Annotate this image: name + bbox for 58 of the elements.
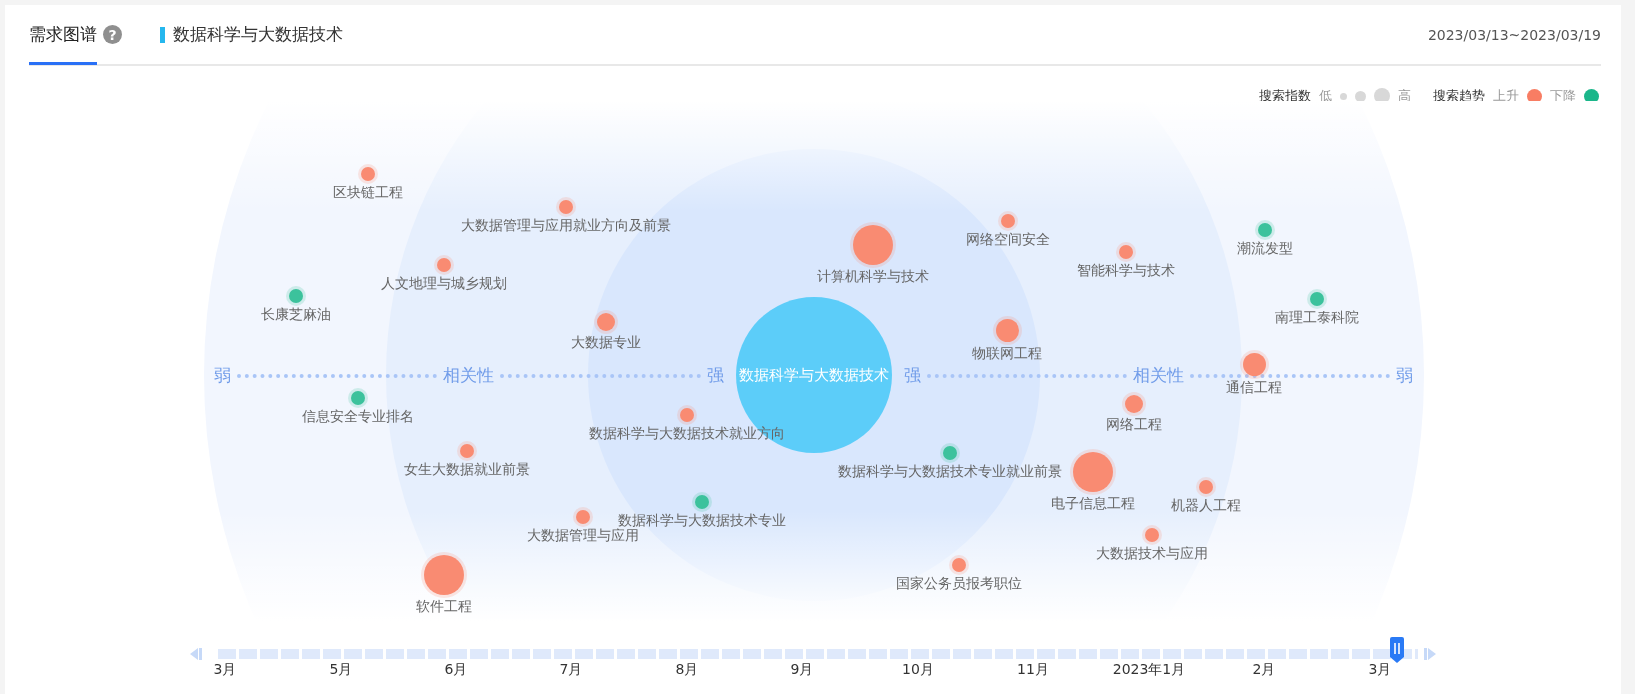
axis-label: 弱 [1396, 364, 1413, 387]
left-arrow-icon[interactable] [189, 647, 203, 661]
axis-label: 强 [903, 364, 921, 387]
node-label[interactable]: 数据科学与大数据技术专业就业前景 [838, 463, 1062, 481]
node-label[interactable]: 大数据专业 [571, 334, 641, 352]
tab[interactable]: 需求图谱 [29, 6, 97, 65]
node-label[interactable]: 人文地理与城乡规划 [381, 275, 507, 293]
center-label: 数据科学与大数据技术 [739, 365, 889, 385]
month-label: 10月 [902, 661, 934, 679]
keyword-marker [160, 26, 165, 43]
month-label: 2月 [1252, 661, 1276, 679]
keyword-title: 数据科学与大数据技术 [173, 23, 343, 46]
node-label[interactable]: 大数据管理与应用就业方向及前景 [461, 217, 671, 235]
month-label: 3月 [1368, 661, 1392, 679]
month-label: 7月 [559, 661, 583, 679]
node-label[interactable]: 大数据技术与应用 [1096, 545, 1208, 563]
node-label[interactable]: 区块链工程 [333, 184, 403, 202]
node-label[interactable]: 智能科学与技术 [1077, 262, 1175, 280]
node-label[interactable]: 大数据管理与应用 [527, 527, 639, 545]
node-label[interactable]: 软件工程 [416, 598, 472, 616]
size-dot-icon [1374, 88, 1390, 104]
month-label: 5月 [329, 661, 353, 679]
axis-label: 强 [706, 364, 724, 387]
legend-label: 下降 [1550, 87, 1576, 105]
node-label[interactable]: 女生大数据就业前景 [404, 461, 530, 479]
size-dot-icon [1355, 90, 1366, 102]
legend-label: 高 [1398, 87, 1411, 105]
node-label[interactable]: 通信工程 [1226, 378, 1282, 397]
node-label[interactable]: 网络工程 [1106, 416, 1162, 434]
node-label[interactable]: 数据科学与大数据技术专业 [618, 512, 786, 530]
date-range: 2023/03/13~2023/03/19 [1427, 26, 1601, 43]
node-label[interactable]: 南理工泰科院 [1275, 309, 1359, 327]
axis-label: 相关性 [1132, 364, 1184, 387]
month-label: 9月 [790, 661, 814, 679]
size-dot-icon [1340, 92, 1347, 100]
node-label[interactable]: 电子信息工程 [1051, 495, 1135, 513]
node-label[interactable]: 潮流发型 [1237, 240, 1293, 258]
node-label[interactable]: 网络空间安全 [966, 231, 1050, 249]
axis-label: 弱 [214, 364, 231, 387]
right-arrow-icon[interactable] [1423, 647, 1437, 661]
node-label[interactable]: 信息安全专业排名 [302, 408, 414, 426]
timeline-handle[interactable] [1388, 637, 1405, 663]
legend-label: 低 [1319, 87, 1332, 105]
legend-label: 上升 [1493, 87, 1519, 105]
month-label: 8月 [675, 661, 699, 679]
month-label: 6月 [444, 661, 468, 679]
node-label[interactable]: 计算机科学与技术 [817, 268, 929, 286]
legend-title: 搜索指数 [1259, 87, 1311, 105]
timeline-track[interactable] [218, 649, 1418, 659]
month-label: 3月 [213, 661, 237, 679]
node-label[interactable]: 物联网工程 [972, 344, 1042, 363]
month-label: 11月 [1017, 661, 1049, 679]
month-label: 2023年1月 [1112, 661, 1186, 679]
axis-label: 相关性 [443, 364, 495, 387]
help-icon[interactable]: ? [103, 25, 122, 44]
node-label[interactable]: 国家公务员报考职位 [896, 575, 1022, 593]
node-label[interactable]: 机器人工程 [1171, 497, 1241, 515]
node-label[interactable]: 长康芝麻油 [261, 306, 331, 324]
